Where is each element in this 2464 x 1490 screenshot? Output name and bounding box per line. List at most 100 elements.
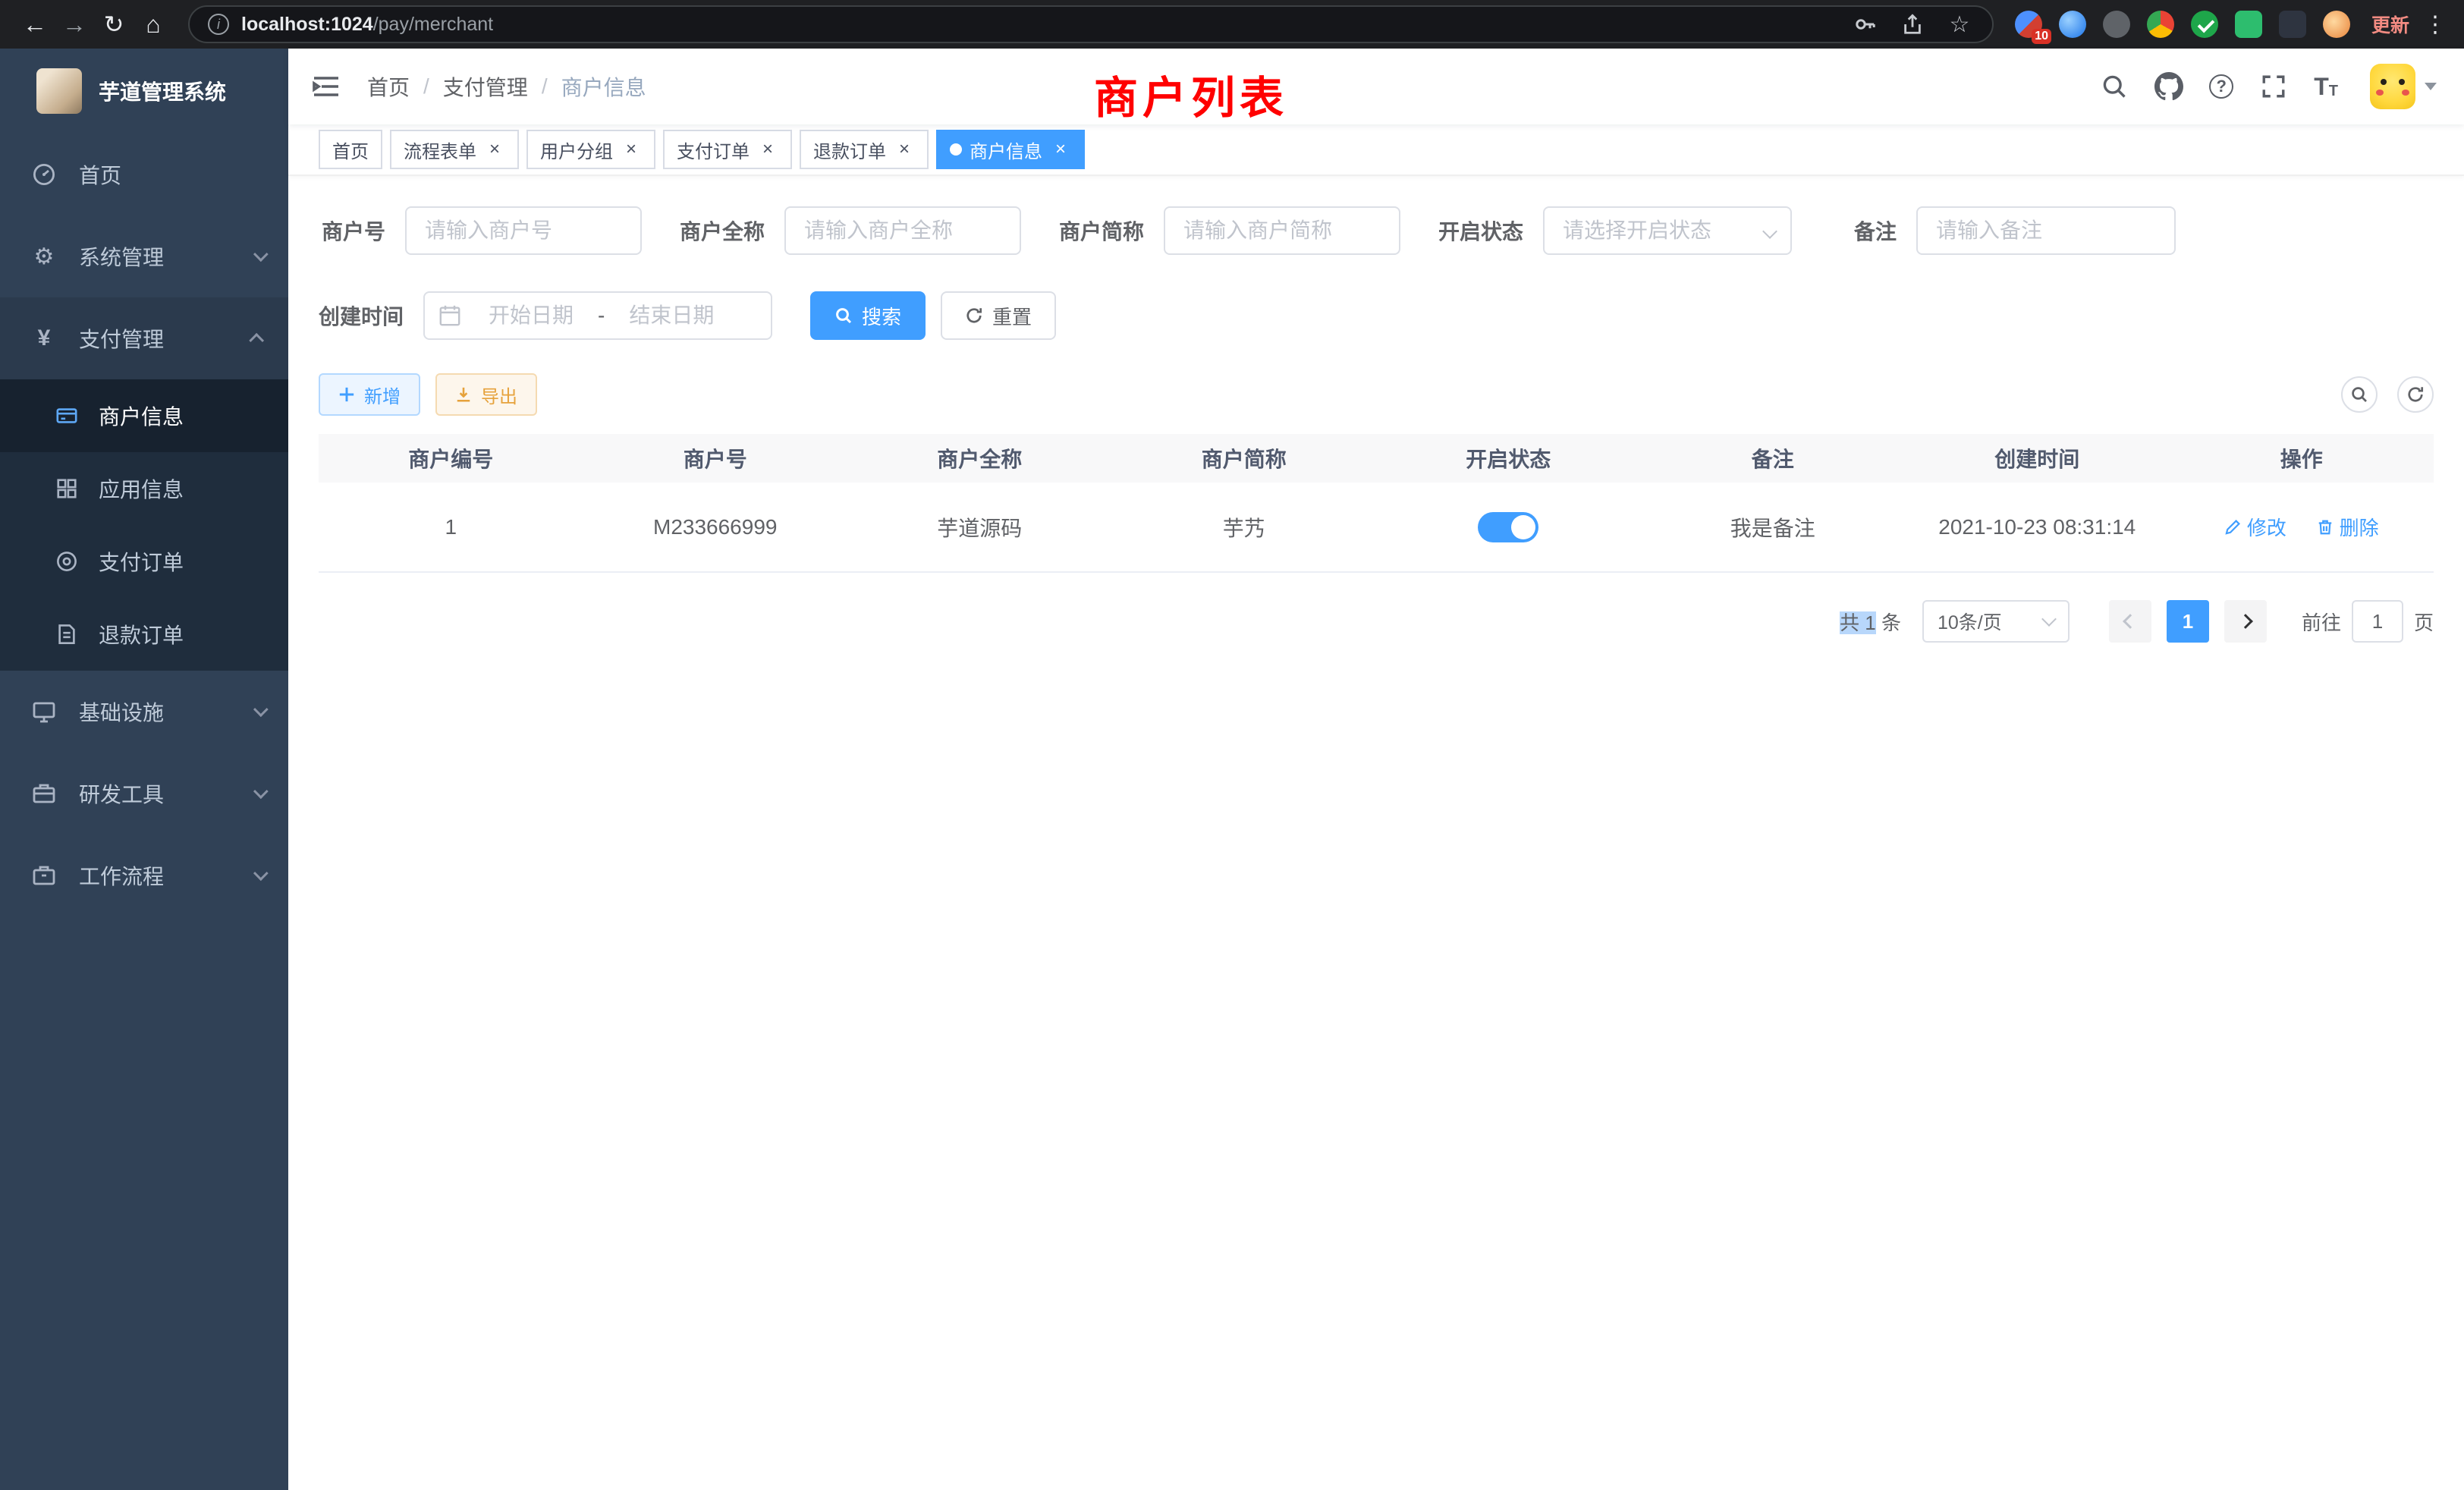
payment-submenu: 商户信息 应用信息 支付订单 退款订单 bbox=[0, 379, 288, 671]
password-key-icon[interactable] bbox=[1851, 10, 1880, 39]
browser-back-icon[interactable]: ← bbox=[15, 5, 55, 44]
download-icon bbox=[455, 386, 472, 403]
goto-label: 前往 bbox=[2302, 608, 2341, 636]
field-label: 商户全称 bbox=[680, 215, 784, 246]
browser-forward-icon[interactable]: → bbox=[55, 5, 94, 44]
full-name-input[interactable] bbox=[784, 206, 1021, 255]
export-button[interactable]: 导出 bbox=[435, 373, 537, 416]
close-icon[interactable]: × bbox=[484, 139, 505, 160]
end-date-input[interactable] bbox=[608, 303, 735, 328]
browser-toolbar: ← → ↻ ⌂ i localhost:1024/pay/merchant ☆ … bbox=[0, 0, 2464, 49]
prev-page-button[interactable] bbox=[2109, 600, 2151, 643]
breadcrumb-item-current: 商户信息 bbox=[561, 71, 646, 102]
sidebar-item-payment[interactable]: ¥ 支付管理 bbox=[0, 297, 288, 379]
sidebar-item-label: 基础设施 bbox=[79, 696, 164, 727]
tab-home[interactable]: 首页 bbox=[319, 130, 382, 169]
sidebar-item-refund-order[interactable]: 退款订单 bbox=[0, 598, 288, 671]
chevron-down-icon bbox=[253, 702, 269, 717]
extension-icon[interactable] bbox=[2059, 11, 2086, 38]
filter-row-1: 商户号 商户全称 商户简称 开启状态 bbox=[319, 206, 2434, 255]
browser-reload-icon[interactable]: ↻ bbox=[94, 5, 134, 44]
extension-icon[interactable] bbox=[2147, 11, 2174, 38]
caret-down-icon bbox=[2425, 83, 2437, 90]
toggle-search-button[interactable] bbox=[2341, 376, 2378, 413]
refresh-table-button[interactable] bbox=[2397, 376, 2434, 413]
sidebar-item-home[interactable]: 首页 bbox=[0, 134, 288, 215]
grid-icon bbox=[55, 477, 79, 500]
font-size-icon[interactable]: TT bbox=[2314, 74, 2338, 99]
address-bar[interactable]: i localhost:1024/pay/merchant ☆ bbox=[188, 5, 1994, 43]
monitor-icon bbox=[30, 699, 58, 724]
tab-refund-order[interactable]: 退款订单× bbox=[800, 130, 929, 169]
extension-icon[interactable] bbox=[2323, 11, 2350, 38]
bookmark-star-icon[interactable]: ☆ bbox=[1945, 10, 1974, 39]
chevron-up-icon bbox=[249, 333, 264, 348]
header-search-icon[interactable] bbox=[2100, 72, 2129, 101]
sidebar-item-infrastructure[interactable]: 基础设施 bbox=[0, 671, 288, 753]
browser-home-icon[interactable]: ⌂ bbox=[134, 5, 173, 44]
github-icon[interactable] bbox=[2154, 72, 2183, 101]
start-date-input[interactable] bbox=[467, 303, 595, 328]
close-icon[interactable]: × bbox=[757, 139, 778, 160]
tab-merchant-info[interactable]: 商户信息× bbox=[936, 130, 1085, 169]
field-label: 创建时间 bbox=[319, 300, 423, 331]
edit-link[interactable]: 修改 bbox=[2224, 513, 2286, 541]
sidebar-item-merchant-info[interactable]: 商户信息 bbox=[0, 379, 288, 452]
app-frame: 芋道管理系统 首页 ⚙ 系统管理 ¥ 支付管理 商户信息 bbox=[0, 49, 2464, 1490]
logo-title: 芋道管理系统 bbox=[99, 76, 226, 106]
extension-icon[interactable] bbox=[2191, 11, 2218, 38]
search-button[interactable]: 搜索 bbox=[810, 291, 926, 340]
status-toggle[interactable] bbox=[1478, 512, 1538, 542]
share-icon[interactable] bbox=[1898, 10, 1927, 39]
tab-user-group[interactable]: 用户分组× bbox=[526, 130, 655, 169]
page-size-select[interactable]: 10条/页 bbox=[1922, 600, 2070, 643]
cell-full-name: 芋道源码 bbox=[847, 483, 1112, 572]
short-name-input[interactable] bbox=[1164, 206, 1400, 255]
sidebar-item-app-info[interactable]: 应用信息 bbox=[0, 452, 288, 525]
tab-process-form[interactable]: 流程表单× bbox=[390, 130, 519, 169]
reset-button[interactable]: 重置 bbox=[941, 291, 1056, 340]
merchant-no-input[interactable] bbox=[405, 206, 642, 255]
document-icon bbox=[55, 623, 79, 646]
status-select-input[interactable] bbox=[1543, 206, 1792, 255]
next-page-button[interactable] bbox=[2224, 600, 2267, 643]
date-range-picker[interactable]: - bbox=[423, 291, 772, 340]
goto-page: 前往 页 bbox=[2302, 600, 2434, 643]
extension-icon[interactable] bbox=[2279, 11, 2306, 38]
sidebar-item-label: 商户信息 bbox=[99, 401, 184, 431]
close-icon[interactable]: × bbox=[894, 139, 915, 160]
delete-link[interactable]: 删除 bbox=[2317, 513, 2379, 541]
column-header: 商户号 bbox=[583, 434, 848, 483]
goto-page-input[interactable] bbox=[2352, 600, 2403, 643]
user-avatar-menu[interactable] bbox=[2370, 64, 2437, 109]
gear-icon: ⚙ bbox=[30, 244, 58, 270]
site-info-icon[interactable]: i bbox=[208, 14, 229, 35]
search-icon bbox=[834, 306, 853, 325]
add-button[interactable]: 新增 bbox=[319, 373, 420, 416]
browser-menu-icon[interactable]: ⋮ bbox=[2422, 11, 2449, 38]
breadcrumb-separator: / bbox=[542, 74, 548, 99]
page-number-button[interactable]: 1 bbox=[2167, 600, 2209, 643]
extension-icon[interactable] bbox=[2235, 11, 2262, 38]
sidebar-item-workflow[interactable]: 工作流程 bbox=[0, 835, 288, 916]
status-select[interactable] bbox=[1543, 206, 1792, 255]
breadcrumb-item[interactable]: 支付管理 bbox=[443, 71, 528, 102]
credit-card-icon bbox=[55, 404, 79, 427]
hamburger-icon[interactable] bbox=[311, 71, 341, 102]
tab-pay-order[interactable]: 支付订单× bbox=[663, 130, 792, 169]
sidebar-item-system[interactable]: ⚙ 系统管理 bbox=[0, 215, 288, 297]
breadcrumb-item[interactable]: 首页 bbox=[367, 71, 410, 102]
sidebar-logo[interactable]: 芋道管理系统 bbox=[0, 49, 288, 134]
sidebar-item-dev-tools[interactable]: 研发工具 bbox=[0, 753, 288, 835]
extension-icon[interactable]: 10 bbox=[2015, 11, 2042, 38]
column-header: 创建时间 bbox=[1905, 434, 2170, 483]
sidebar-item-pay-order[interactable]: 支付订单 bbox=[0, 525, 288, 598]
browser-update-button[interactable]: 更新 bbox=[2371, 11, 2409, 38]
extension-icon[interactable] bbox=[2103, 11, 2130, 38]
help-icon[interactable]: ? bbox=[2209, 74, 2233, 99]
close-icon[interactable]: × bbox=[1050, 139, 1071, 160]
sidebar-item-label: 支付订单 bbox=[99, 546, 184, 577]
remark-input[interactable] bbox=[1916, 206, 2176, 255]
fullscreen-icon[interactable] bbox=[2259, 72, 2288, 101]
close-icon[interactable]: × bbox=[621, 139, 642, 160]
